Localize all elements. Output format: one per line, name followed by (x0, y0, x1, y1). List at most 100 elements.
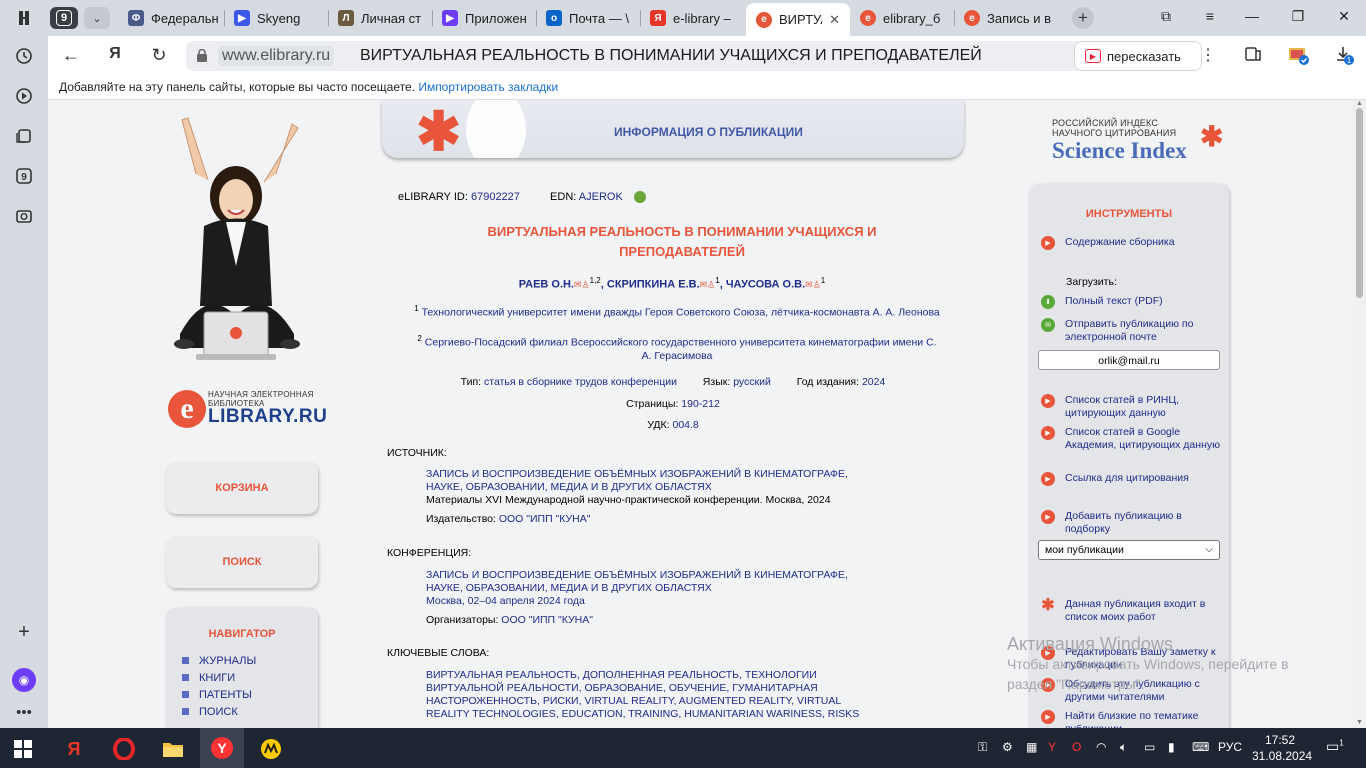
extensions-icon[interactable] (1288, 45, 1310, 70)
reload-icon[interactable]: ↻ (148, 45, 170, 66)
nav-item-journals[interactable]: ЖУРНАЛЫ (182, 652, 318, 669)
science-index-logo[interactable]: РОССИЙСКИЙ ИНДЕКС НАУЧНОГО ЦИТИРОВАНИЯ S… (1052, 118, 1232, 168)
play-circle-icon: ▶ (1041, 426, 1055, 440)
mail-icon[interactable]: ✉♙ (805, 280, 821, 290)
tab-6[interactable]: Я e-library – (640, 3, 744, 33)
scrollbar-thumb[interactable] (1356, 108, 1363, 298)
mail-icon[interactable]: ✉♙ (574, 280, 590, 290)
tab-8[interactable]: e elibrary_б (850, 3, 954, 33)
navigator-title: НАВИГАТОР (208, 628, 276, 640)
send-email-link[interactable]: ✉ Отправить публикацию по электронной поч… (1041, 318, 1221, 344)
cite-link[interactable]: ▶ Ссылка для цитирования (1041, 472, 1221, 486)
section-title: ИНФОРМАЦИЯ О ПУБЛИКАЦИИ (614, 125, 803, 139)
new-tab-button[interactable]: + (1072, 7, 1094, 29)
history-icon[interactable] (12, 44, 36, 68)
tab-favicon-icon: Я (650, 10, 666, 26)
scroll-down-icon[interactable]: ▼ (1356, 719, 1363, 726)
vpn-icon[interactable]: ⚿ (978, 740, 987, 755)
downloads-icon[interactable]: 1 (1334, 45, 1354, 70)
more-vertical-icon[interactable]: ⋮ (1200, 45, 1216, 65)
back-icon[interactable]: ← (60, 45, 82, 66)
restore-icon[interactable]: ❐ (1288, 8, 1308, 25)
tab-4[interactable]: ▶ Приложен (432, 3, 536, 33)
url-field[interactable]: www.elibrary.ru ВИРТУАЛЬНАЯ РЕАЛЬНОСТЬ В… (186, 41, 1114, 71)
elibrary-logo[interactable]: e НАУЧНАЯ ЭЛЕКТРОННАЯ БИБЛИОТЕКА LIBRARY… (168, 386, 328, 432)
contents-link[interactable]: ▶ Содержание сборника (1041, 236, 1221, 250)
collections-icon[interactable]: ⧉ (1156, 8, 1176, 25)
tray-app-icon[interactable]: ⚙ (1002, 740, 1013, 754)
rinc-citations-link[interactable]: ▶ Список статей в РИНЦ, цитирующих данную (1041, 394, 1221, 420)
close-icon[interactable]: ✕ (829, 12, 840, 28)
yandex-icon[interactable]: Я (61, 736, 87, 762)
qr-icon[interactable] (633, 191, 646, 204)
affiliation-1[interactable]: 1 Технологический университет имени дваж… (412, 302, 942, 320)
email-input[interactable]: orlik@mail.ru (1038, 350, 1220, 370)
tab-5[interactable]: o Почта — \ (536, 3, 640, 33)
yandex-browser-icon[interactable]: Y (200, 728, 244, 768)
publisher-link[interactable]: ООО "ИПП "КУНА" (499, 513, 591, 525)
yandex-menu-icon[interactable] (12, 6, 36, 30)
fulltext-pdf-link[interactable]: ⬇ Полный текст (PDF) (1041, 295, 1221, 309)
play-icon[interactable] (12, 84, 36, 108)
tab-count-button[interactable]: 9 (50, 7, 78, 29)
organizer-link[interactable]: ООО "ИПП "КУНА" (501, 614, 593, 626)
my-works-link[interactable]: ✱ Данная публикация входит в список моих … (1041, 596, 1221, 624)
conference-link[interactable]: ЗАПИСЬ И ВОСПРОИЗВЕДЕНИЕ ОБЪЁМНЫХ ИЗОБРА… (426, 569, 886, 595)
network-icon[interactable]: ▭ (1144, 740, 1155, 754)
tab-active[interactable]: e ВИРТУА ✕ (746, 3, 850, 36)
close-window-icon[interactable]: ✕ (1334, 8, 1354, 25)
google-citations-link[interactable]: ▶ Список статей в Google Академия, цитиру… (1041, 426, 1221, 452)
yandex-home-icon[interactable]: Я (104, 45, 126, 63)
minimize-icon[interactable]: — (1242, 8, 1262, 24)
opera-tray-icon[interactable]: O (1072, 740, 1081, 754)
notifications-icon[interactable]: ▭1 (1326, 738, 1344, 755)
nav-item-books[interactable]: КНИГИ (182, 669, 318, 686)
keywords-links[interactable]: ВИРТУАЛЬНАЯ РЕАЛЬНОСТЬ, ДОПОЛНЕННАЯ РЕАЛ… (426, 669, 886, 721)
yandex-market-icon[interactable] (258, 736, 284, 762)
affiliation-2[interactable]: 2 Сергиево-Посадский филиал Всероссийско… (412, 332, 942, 363)
yandex-tray-icon[interactable]: Y (1048, 740, 1056, 754)
tab-9[interactable]: e Запись и в (954, 3, 1062, 33)
author-link[interactable]: РАЕВ О.Н. (519, 279, 574, 291)
screenshot-icon[interactable] (12, 204, 36, 228)
page-scrollbar[interactable]: ▲ ▼ (1353, 100, 1366, 728)
battery-icon[interactable]: ▮ (1168, 740, 1175, 754)
collections-icon[interactable] (12, 124, 36, 148)
author-link[interactable]: ЧАУСОВА О.В. (726, 279, 805, 291)
import-bookmarks-link[interactable]: Импортировать закладки (418, 80, 558, 94)
file-explorer-icon[interactable] (160, 736, 186, 762)
nav-item-search[interactable]: ПОИСК (182, 703, 318, 720)
add-panel-icon[interactable]: + (12, 620, 36, 644)
nav-item-patents[interactable]: ПАТЕНТЫ (182, 686, 318, 703)
wifi-icon[interactable]: ◠ (1096, 740, 1106, 754)
edn-link[interactable]: AJEROK (579, 191, 623, 203)
language-indicator[interactable]: РУС (1218, 740, 1242, 754)
alice-assistant-icon[interactable]: ◉ (12, 668, 36, 692)
menu-icon[interactable]: ≡ (1200, 8, 1220, 24)
volume-icon[interactable]: 🔈︎ (1120, 740, 1127, 755)
opera-icon[interactable] (111, 736, 137, 762)
mail-icon[interactable]: ✉♙ (700, 280, 716, 290)
similar-publications-link[interactable]: ▶Найти близкие по тематике публикации (1041, 710, 1221, 728)
chevron-down-icon[interactable]: ⌄ (84, 7, 110, 29)
collection-select[interactable]: мои публикации ⌵ (1038, 540, 1220, 560)
tab-2[interactable]: ▶ Skyeng (224, 3, 328, 33)
keyboard-icon[interactable]: ⌨ (1192, 740, 1209, 754)
asterisk-icon: ✱ (1041, 596, 1055, 614)
tab-1[interactable]: Ф Федеральн (118, 3, 224, 33)
add-to-collection-link[interactable]: ▶ Добавить публикацию в подборку (1041, 510, 1221, 536)
scroll-up-icon[interactable]: ▲ (1356, 100, 1363, 107)
retell-button[interactable]: ▶ пересказать (1074, 41, 1202, 71)
bookmarks-hint: Добавляйте на эту панель сайты, которые … (59, 80, 415, 94)
tab-3[interactable]: Л Личная ст (328, 3, 432, 33)
source-link[interactable]: ЗАПИСЬ И ВОСПРОИЗВЕДЕНИЕ ОБЪЁМНЫХ ИЗОБРА… (426, 468, 886, 494)
tab-count-icon[interactable]: 9 (12, 164, 36, 188)
author-link[interactable]: СКРИПКИНА Е.В. (607, 279, 700, 291)
search-button[interactable]: ПОИСК (166, 536, 318, 588)
windows-start-icon[interactable] (10, 736, 36, 762)
clock[interactable]: 17:52 31.08.2024 (1252, 732, 1312, 764)
reader-icon[interactable] (1244, 45, 1262, 68)
more-icon[interactable]: ••• (12, 700, 36, 724)
cart-button[interactable]: КОРЗИНА (166, 462, 318, 514)
tray-app-icon[interactable]: ▦ (1026, 740, 1037, 754)
